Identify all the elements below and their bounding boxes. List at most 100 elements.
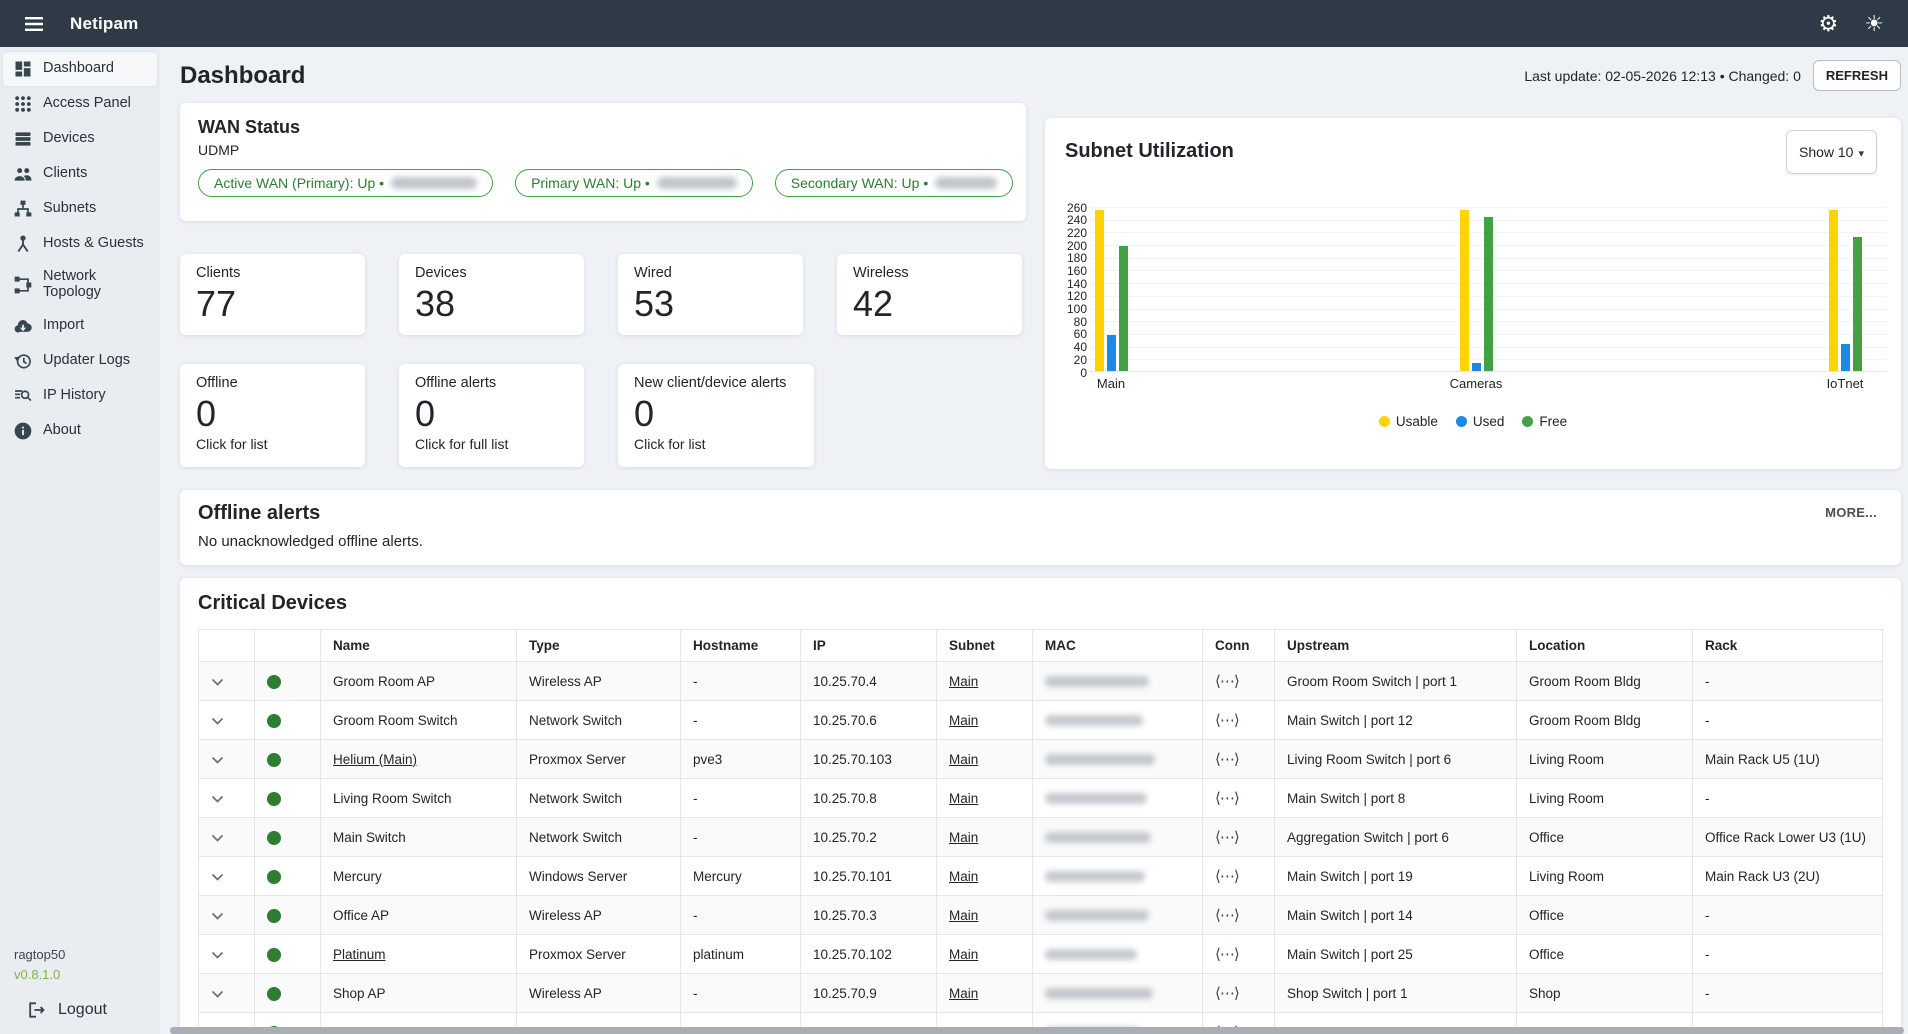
- cell-location: Groom Room Bldg: [1517, 662, 1693, 701]
- y-tick-label: 260: [1067, 202, 1087, 214]
- main-content: Dashboard Last update: 02-05-2026 12:13 …: [160, 47, 1908, 1034]
- sidebar-item-access-panel[interactable]: Access Panel: [3, 87, 157, 121]
- stat-value: 0: [634, 393, 798, 434]
- sidebar-item-subnets[interactable]: Subnets: [3, 192, 157, 226]
- device-name-link[interactable]: Platinum: [333, 947, 386, 962]
- about-icon: [13, 421, 33, 441]
- stat-card-offline[interactable]: Offline0Click for list: [180, 364, 365, 467]
- expand-chevron-icon[interactable]: [211, 717, 224, 725]
- sidebar-item-label: Access Panel: [43, 96, 131, 112]
- device-name: Groom Room AP: [333, 674, 435, 689]
- expand-chevron-icon[interactable]: [211, 990, 224, 998]
- sidebar-item-devices[interactable]: Devices: [3, 122, 157, 156]
- show-count-dropdown[interactable]: Show 10▾: [1786, 130, 1877, 174]
- gear-icon[interactable]: ⚙: [1819, 13, 1839, 35]
- stats-row-1: Clients77 Devices38 Wired53 Wireless42: [180, 254, 1026, 335]
- stat-card-wired[interactable]: Wired53: [618, 254, 803, 335]
- table-header-row: NameTypeHostnameIPSubnetMACConnUpstreamL…: [199, 630, 1883, 662]
- cell-name: Living Room Switch: [321, 779, 517, 818]
- brightness-icon[interactable]: ☀: [1864, 13, 1884, 35]
- stat-card-clients[interactable]: Clients77: [180, 254, 365, 335]
- table-row: PlatinumProxmox Serverplatinum10.25.70.1…: [199, 935, 1883, 974]
- expand-chevron-icon[interactable]: [211, 951, 224, 959]
- expand-chevron-icon[interactable]: [211, 873, 224, 881]
- cell-location: Living Room: [1517, 779, 1693, 818]
- table-body: Groom Room AP Wireless AP - 10.25.70.4 Main ⟨…: [199, 662, 1883, 1034]
- connection-icon: ⟨⋯⟩: [1215, 829, 1239, 846]
- x-tick-label: Main: [1066, 376, 1156, 391]
- subnet-link[interactable]: Main: [949, 986, 978, 1001]
- cell-status: [255, 701, 321, 740]
- subnet-link[interactable]: Main: [949, 752, 978, 767]
- sidebar-item-label: Subnets: [43, 201, 96, 217]
- bar-usable-cameras: [1460, 210, 1469, 371]
- cell-status: [255, 974, 321, 1013]
- hosts-guests-icon: [13, 234, 33, 254]
- expand-chevron-icon[interactable]: [211, 795, 224, 803]
- sidebar-item-ip-history[interactable]: IP History: [3, 379, 157, 413]
- more-link[interactable]: MORE...: [1825, 505, 1877, 520]
- table-row: Groom Room SwitchNetwork Switch-10.25.70…: [199, 701, 1883, 740]
- subnet-link[interactable]: Main: [949, 869, 978, 884]
- sidebar-item-about[interactable]: About: [3, 414, 157, 448]
- cell-ip: 10.25.70.6: [801, 701, 937, 740]
- cell-ip: 10.25.70.2: [801, 818, 937, 857]
- device-name-link[interactable]: Helium (Main): [333, 752, 417, 767]
- table-header: NameTypeHostnameIPSubnetMACConnUpstreamL…: [199, 630, 1883, 662]
- refresh-button[interactable]: REFRESH: [1813, 60, 1901, 91]
- cell-mac: [1033, 818, 1203, 857]
- cell-ip: 10.25.70.4: [801, 662, 937, 701]
- subnet-link[interactable]: Main: [949, 830, 978, 845]
- logout-button[interactable]: Logout: [26, 1000, 107, 1020]
- horizontal-scrollbar[interactable]: [170, 1027, 1904, 1034]
- subnet-link[interactable]: Main: [949, 674, 978, 689]
- cell-expand: [199, 935, 255, 974]
- chart-x-axis: MainCamerasIoTnet: [1089, 372, 1887, 392]
- cell-upstream: Aggregation Switch | port 6: [1275, 818, 1517, 857]
- expand-chevron-icon[interactable]: [211, 678, 224, 686]
- logout-label: Logout: [58, 1001, 107, 1019]
- cell-hostname: Mercury: [681, 857, 801, 896]
- cell-status: [255, 779, 321, 818]
- stat-card-devices[interactable]: Devices38: [399, 254, 584, 335]
- connection-icon: ⟨⋯⟩: [1215, 985, 1239, 1002]
- stat-card-wireless[interactable]: Wireless42: [837, 254, 1022, 335]
- cell-mac: [1033, 896, 1203, 935]
- status-dot-online: [267, 831, 281, 845]
- subnet-link[interactable]: Main: [949, 791, 978, 806]
- clients-icon: [13, 164, 33, 184]
- menu-icon[interactable]: [22, 12, 46, 36]
- critical-devices-card: Critical Devices NameTypeHostnameIPSubne…: [180, 578, 1901, 1034]
- cell-status: [255, 818, 321, 857]
- expand-chevron-icon[interactable]: [211, 834, 224, 842]
- legend-item-usable: Usable: [1379, 414, 1438, 429]
- wan-gateway-name: UDMP: [198, 142, 1008, 158]
- subnet-link[interactable]: Main: [949, 713, 978, 728]
- legend-item-used: Used: [1456, 414, 1505, 429]
- status-dot-online: [267, 948, 281, 962]
- sidebar-item-hosts-guests[interactable]: Hosts & Guests: [3, 227, 157, 261]
- y-tick-label: 200: [1067, 240, 1087, 252]
- expand-chevron-icon[interactable]: [211, 912, 224, 920]
- cell-conn: ⟨⋯⟩: [1203, 857, 1275, 896]
- cell-ip: 10.25.70.3: [801, 896, 937, 935]
- cell-conn: ⟨⋯⟩: [1203, 662, 1275, 701]
- sidebar-item-network-topology[interactable]: Network Topology: [3, 262, 157, 308]
- y-tick-label: 220: [1067, 227, 1087, 239]
- subnet-link[interactable]: Main: [949, 947, 978, 962]
- sidebar-item-clients[interactable]: Clients: [3, 157, 157, 191]
- cell-type: Wireless AP: [517, 896, 681, 935]
- stat-card-new-client-device-alerts[interactable]: New client/device alerts0Click for list: [618, 364, 814, 467]
- header-status: [255, 630, 321, 662]
- stats-row-2: Offline0Click for list Offline alerts0Cli…: [180, 364, 1026, 467]
- sidebar-item-updater-logs[interactable]: Updater Logs: [3, 344, 157, 378]
- cell-rack: -: [1693, 896, 1883, 935]
- show-count-label: Show 10: [1799, 144, 1853, 160]
- sidebar-item-import[interactable]: Import: [3, 309, 157, 343]
- cell-rack: Main Rack U5 (1U): [1693, 740, 1883, 779]
- stat-card-offline-alerts[interactable]: Offline alerts0Click for full list: [399, 364, 584, 467]
- network-topology-icon: [13, 275, 33, 295]
- expand-chevron-icon[interactable]: [211, 756, 224, 764]
- sidebar-item-dashboard[interactable]: Dashboard: [3, 52, 157, 86]
- subnet-link[interactable]: Main: [949, 908, 978, 923]
